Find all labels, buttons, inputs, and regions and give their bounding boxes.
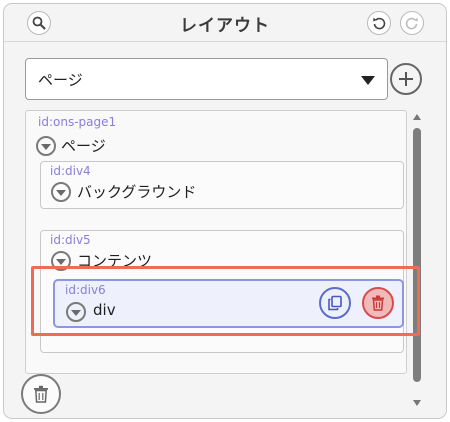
add-page-button[interactable] xyxy=(390,63,422,95)
trash-icon xyxy=(34,385,48,403)
trash-icon xyxy=(372,295,384,311)
redo-icon xyxy=(405,17,418,30)
scroll-down-icon[interactable] xyxy=(413,400,421,406)
tree-node-selected[interactable]: id:div6 div xyxy=(53,279,404,328)
chevron-down-icon xyxy=(361,76,375,85)
redo-button[interactable] xyxy=(400,11,424,35)
scroll-thumb[interactable] xyxy=(413,128,421,382)
undo-icon xyxy=(373,17,386,30)
selected-collapse-toggle[interactable] xyxy=(66,302,86,322)
background-collapse-toggle[interactable] xyxy=(51,182,71,202)
root-node-name[interactable]: ページ xyxy=(61,135,106,156)
root-id-label: id:ons-page1 xyxy=(38,115,117,129)
selected-node-name: div xyxy=(93,301,116,319)
delete-button[interactable] xyxy=(21,374,61,414)
selected-id-label: id:div6 xyxy=(65,283,106,297)
layout-panel: レイアウト ページ id:ons-page1 ページ id:div4 バックグラ… xyxy=(3,3,447,419)
content-id-label: id:div5 xyxy=(50,233,91,247)
scroll-up-icon[interactable] xyxy=(413,114,421,120)
background-id-label: id:div4 xyxy=(50,164,91,178)
duplicate-button[interactable] xyxy=(319,287,351,319)
root-collapse-toggle[interactable] xyxy=(36,136,56,156)
delete-element-button[interactable] xyxy=(362,287,394,319)
page-select-value: ページ xyxy=(38,71,83,89)
element-tree: id:ons-page1 ページ id:div4 バックグラウンド id:div… xyxy=(25,110,407,374)
tree-node-background[interactable]: id:div4 バックグラウンド xyxy=(40,161,404,209)
content-collapse-toggle[interactable] xyxy=(51,251,71,271)
panel-header: レイアウト xyxy=(4,4,446,42)
copy-icon xyxy=(328,295,342,311)
plus-icon xyxy=(399,72,413,86)
tree-scrollbar[interactable] xyxy=(409,110,425,410)
background-node-name: バックグラウンド xyxy=(77,183,197,201)
undo-button[interactable] xyxy=(367,11,391,35)
content-node-name: コンテンツ xyxy=(77,252,153,270)
page-select[interactable]: ページ xyxy=(25,58,388,100)
